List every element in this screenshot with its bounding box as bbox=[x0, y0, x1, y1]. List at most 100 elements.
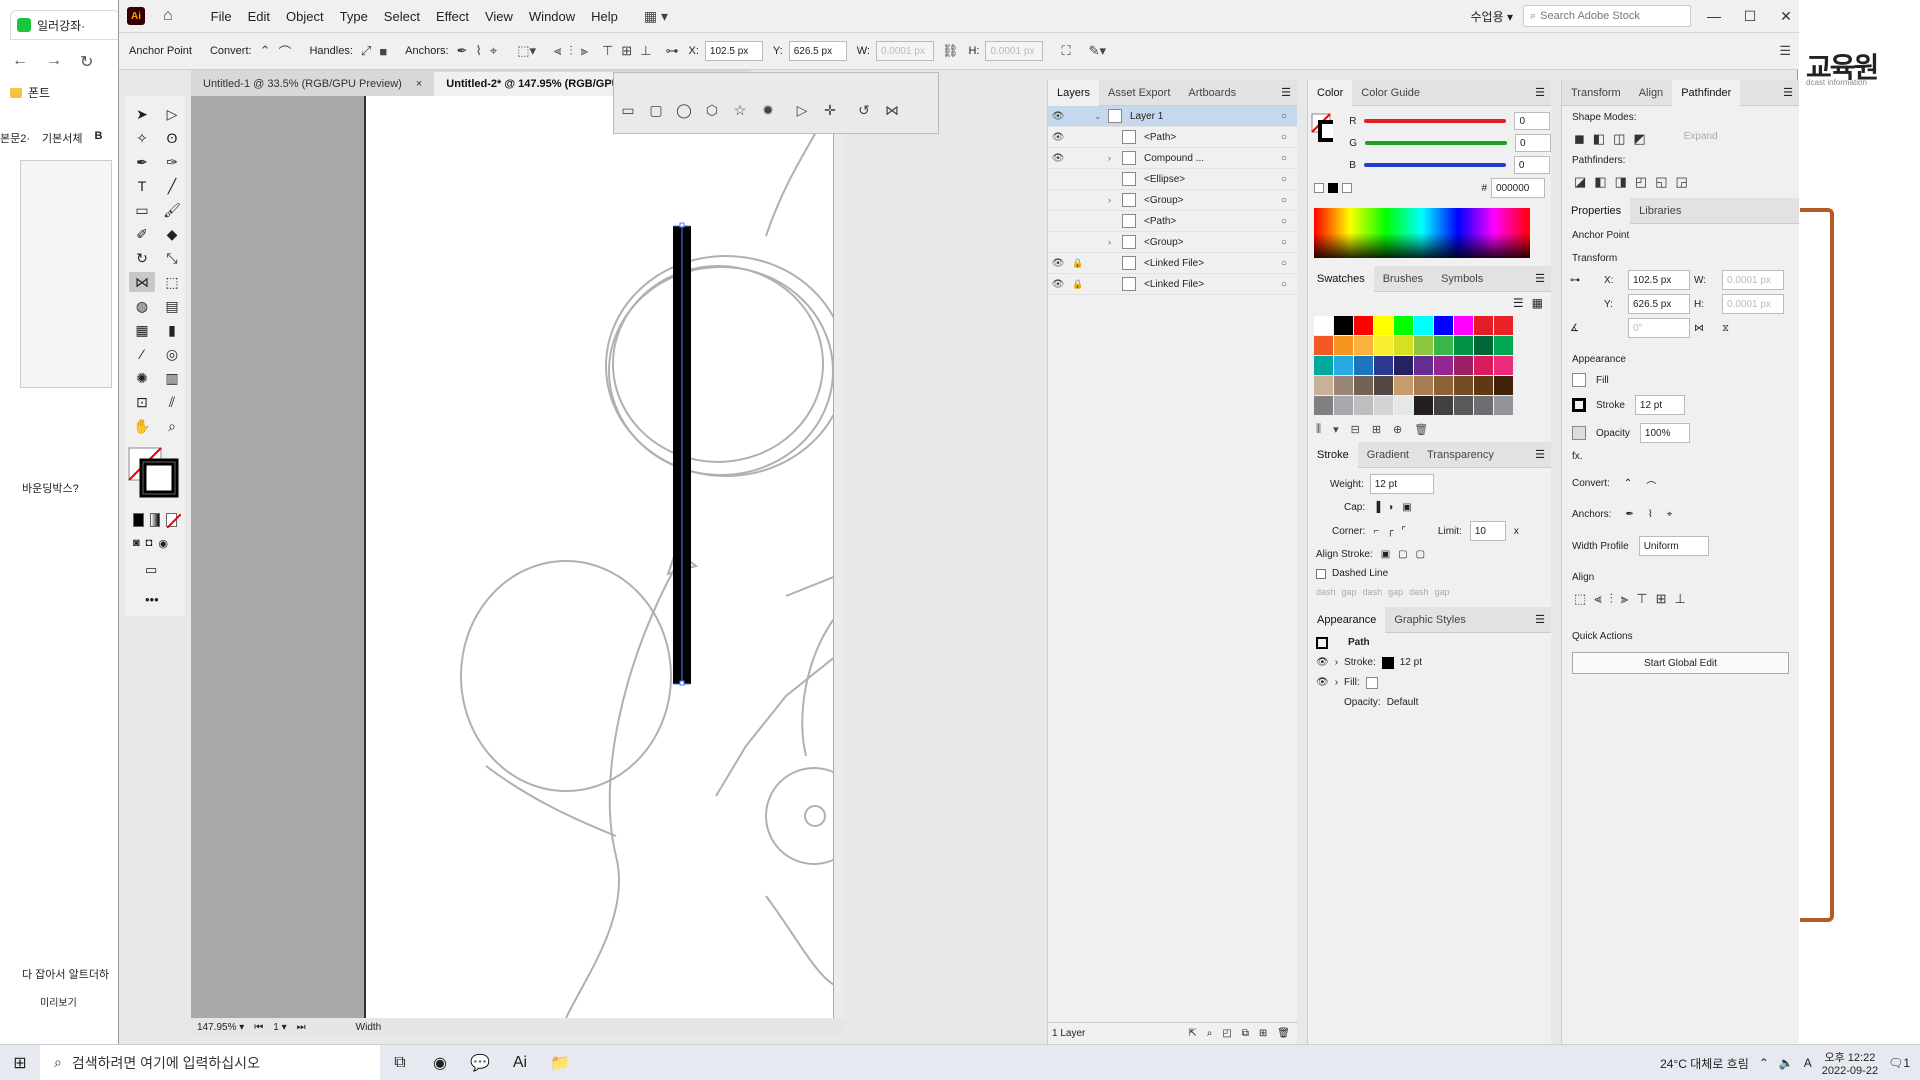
hex-field[interactable]: 000000 bbox=[1491, 178, 1545, 198]
rotate-tool-icon[interactable]: ↻ bbox=[129, 248, 155, 268]
color-value-field[interactable]: 0 bbox=[1515, 134, 1551, 152]
rotate-angle-field[interactable]: 0° bbox=[1628, 318, 1690, 338]
stroke-color-icon[interactable] bbox=[1381, 657, 1394, 669]
expand-chevron-icon[interactable]: ⌄ bbox=[1094, 111, 1108, 122]
color-slider[interactable] bbox=[1365, 141, 1507, 145]
divide-icon[interactable]: ◪ bbox=[1574, 174, 1586, 190]
align-bottom-icon[interactable]: ⊥ bbox=[1674, 591, 1685, 607]
minus-front-icon[interactable]: ◧ bbox=[1593, 131, 1605, 147]
layer-row[interactable]: 👁 🔒 <Linked File> ○ bbox=[1048, 253, 1297, 274]
menu-object[interactable]: Object bbox=[286, 9, 324, 24]
layer-name[interactable]: <Path> bbox=[1144, 216, 1281, 227]
prop-h-field[interactable]: 0.0001 px bbox=[1722, 294, 1784, 314]
tab-libraries[interactable]: Libraries bbox=[1630, 198, 1690, 224]
gradient-mode-icon[interactable] bbox=[149, 513, 161, 527]
menu-type[interactable]: Type bbox=[340, 9, 368, 24]
task-view-icon[interactable]: ⧉ bbox=[380, 1045, 420, 1080]
panel-menu-icon[interactable]: ☰ bbox=[1535, 272, 1545, 285]
back-icon[interactable]: ← bbox=[12, 52, 28, 72]
layer-name[interactable]: <Path> bbox=[1144, 132, 1281, 143]
selection-tool-icon[interactable]: ➤ bbox=[129, 104, 155, 124]
color-value-field[interactable]: 0 bbox=[1513, 156, 1550, 174]
layer-row[interactable]: › <Group> ○ bbox=[1048, 190, 1297, 211]
draw-normal-icon[interactable]: ◙ bbox=[133, 537, 140, 550]
expand-chevron-icon[interactable]: › bbox=[1108, 237, 1122, 247]
volume-icon[interactable]: 🔈 bbox=[1779, 1056, 1794, 1070]
h-field[interactable]: 0.0001 px bbox=[985, 41, 1044, 61]
align-inside-stroke-icon[interactable]: ▢ bbox=[1398, 549, 1407, 560]
color-swatch[interactable] bbox=[1474, 336, 1493, 355]
expand-button[interactable]: Expand bbox=[1684, 131, 1718, 147]
square-cap-icon[interactable]: ▣ bbox=[1402, 502, 1411, 513]
target-circle-icon[interactable]: ○ bbox=[1281, 237, 1297, 248]
panel-menu-icon[interactable]: ☰ bbox=[1535, 448, 1545, 461]
blend-tool-icon[interactable]: ◎ bbox=[159, 344, 185, 364]
file-explorer-icon[interactable]: 📁 bbox=[540, 1045, 580, 1080]
windows-start-icon[interactable]: ⊞ bbox=[0, 1045, 40, 1080]
visibility-eye-icon[interactable]: 👁 bbox=[1316, 677, 1329, 689]
star-shape-icon[interactable]: ☆ bbox=[726, 102, 754, 119]
ellipse-shape-icon[interactable]: ◯ bbox=[670, 102, 698, 119]
color-swatch[interactable] bbox=[1394, 396, 1413, 415]
color-swatch[interactable] bbox=[1394, 356, 1413, 375]
color-swatch[interactable] bbox=[1414, 336, 1433, 355]
reload-icon[interactable]: ↻ bbox=[80, 52, 93, 72]
color-swatch[interactable] bbox=[1314, 376, 1333, 395]
align-outside-stroke-icon[interactable]: ▢ bbox=[1416, 549, 1425, 560]
bold-button[interactable]: B bbox=[95, 130, 103, 146]
align-top-icon[interactable]: ⊤ bbox=[1636, 591, 1647, 607]
color-swatch[interactable] bbox=[1374, 396, 1393, 415]
tab-swatches[interactable]: Swatches bbox=[1308, 265, 1374, 292]
menu-file[interactable]: File bbox=[211, 9, 232, 24]
w-field[interactable]: 0.0001 px bbox=[875, 41, 934, 61]
artboard[interactable] bbox=[364, 95, 863, 1019]
panel-menu-icon[interactable]: ☰ bbox=[1535, 613, 1545, 626]
hide-handles-icon[interactable]: ■ bbox=[379, 44, 387, 59]
menu-edit[interactable]: Edit bbox=[248, 9, 270, 24]
eyedropper-tool-icon[interactable]: ⁄ bbox=[129, 344, 155, 364]
color-swatch[interactable] bbox=[1354, 336, 1373, 355]
color-swatch[interactable] bbox=[1354, 376, 1373, 395]
prop-w-field[interactable]: 0.0001 px bbox=[1722, 270, 1784, 290]
align-bottom-icon[interactable]: ⊥ bbox=[640, 43, 651, 59]
align-vcenter-icon[interactable]: ⊞ bbox=[621, 43, 632, 59]
layer-row[interactable]: <Path> ○ bbox=[1048, 211, 1297, 232]
symbol-sprayer-tool-icon[interactable]: ✺ bbox=[129, 368, 155, 388]
color-swatch[interactable] bbox=[1474, 396, 1493, 415]
flip-vertical-icon[interactable]: ⧖ bbox=[1722, 323, 1784, 334]
tab-pathfinder[interactable]: Pathfinder bbox=[1672, 79, 1741, 106]
artboard-tool-icon[interactable]: ⊡ bbox=[129, 392, 155, 412]
tab-transparency[interactable]: Transparency bbox=[1418, 442, 1503, 468]
start-global-edit-button[interactable]: Start Global Edit bbox=[1572, 652, 1789, 674]
menu-effect[interactable]: Effect bbox=[436, 9, 469, 24]
target-circle-icon[interactable]: ○ bbox=[1281, 153, 1297, 164]
color-swatch[interactable] bbox=[1354, 396, 1373, 415]
color-swatch[interactable] bbox=[1454, 376, 1473, 395]
merge-icon[interactable]: ◨ bbox=[1615, 174, 1627, 190]
artboard-nav-first-icon[interactable]: ⏮ bbox=[254, 1022, 263, 1033]
target-circle-icon[interactable]: ○ bbox=[1281, 216, 1297, 227]
mesh-tool-icon[interactable]: ▦ bbox=[129, 320, 155, 340]
tab-appearance[interactable]: Appearance bbox=[1308, 606, 1386, 633]
align-right-icon[interactable]: ⫸ bbox=[1621, 591, 1628, 607]
target-circle-icon[interactable]: ○ bbox=[1281, 195, 1297, 206]
fill-stroke-swatch-icon[interactable] bbox=[127, 444, 187, 504]
screen-mode-icon[interactable]: ▭ bbox=[125, 554, 185, 586]
close-button[interactable]: ✕ bbox=[1773, 8, 1799, 25]
lock-icon[interactable]: 🔒 bbox=[1068, 279, 1088, 290]
layer-name[interactable]: <Group> bbox=[1144, 237, 1281, 248]
reference-point-icon[interactable]: ⊶ bbox=[1570, 275, 1600, 286]
curvature-tool-icon[interactable]: ✑ bbox=[159, 152, 185, 172]
stroke-weight-field[interactable]: 12 pt bbox=[1369, 474, 1434, 494]
white-swatch-icon[interactable] bbox=[1342, 183, 1352, 193]
new-swatch-icon[interactable]: ⊕ bbox=[1393, 423, 1402, 436]
color-swatch[interactable] bbox=[1454, 356, 1473, 375]
artboard-number[interactable]: 1 ▾ bbox=[273, 1022, 286, 1033]
color-swatch[interactable] bbox=[1334, 316, 1353, 335]
tab-color-guide[interactable]: Color Guide bbox=[1352, 80, 1429, 106]
illustrator-taskbar-icon[interactable]: Ai bbox=[500, 1045, 540, 1080]
eraser-tool-icon[interactable]: ◆ bbox=[159, 224, 185, 244]
menu-window[interactable]: Window bbox=[529, 9, 575, 24]
color-swatch[interactable] bbox=[1394, 336, 1413, 355]
color-swatch[interactable] bbox=[1414, 376, 1433, 395]
